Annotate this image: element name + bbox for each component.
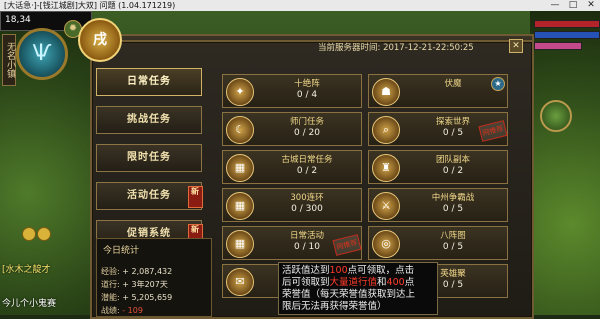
- task-card[interactable]: ▦ 日常活动 0 / 10 网推荐: [222, 226, 362, 260]
- task-name: 十绝阵: [294, 79, 320, 89]
- status-bars: [534, 20, 600, 53]
- task-card[interactable]: ♜ 团队副本 0 / 2: [368, 150, 508, 184]
- stat-value: + 3年207天: [122, 280, 168, 289]
- tooltip-line-3: 荣誉值（每天荣誉值获取到达上: [282, 289, 416, 300]
- calendar-icon: ▦: [226, 230, 254, 258]
- task-progress: 0 / 2: [296, 166, 318, 176]
- battle-icon: ⚔: [372, 192, 400, 220]
- task-card[interactable]: ✦ 十绝阵 0 / 4: [222, 74, 362, 108]
- stat-value: + 2,087,432: [122, 267, 173, 276]
- health-bar: [534, 20, 600, 28]
- nav-label: 日常任务: [127, 76, 171, 87]
- task-progress: 0 / 300: [291, 204, 323, 214]
- task-progress: 0 / 20: [294, 128, 320, 138]
- task-progress: 0 / 5: [442, 242, 464, 252]
- nav-label: 活动任务: [127, 190, 171, 201]
- scroll-icon: ✉: [226, 268, 254, 296]
- task-card[interactable]: ⚔ 中州争霸战 0 / 5: [368, 188, 508, 222]
- info-icon[interactable]: ★: [491, 77, 505, 91]
- stat-label: 道行:: [101, 280, 120, 289]
- nav-event-tasks[interactable]: 活动任务 新: [96, 182, 203, 210]
- task-card[interactable]: ⌕ 探索世界 0 / 5 网推荐: [368, 112, 508, 146]
- tooltip-line-4: 限后无法再获得荣誉值）: [282, 301, 387, 312]
- nav-label: 挑战任务: [127, 114, 171, 125]
- map-emblem-icon[interactable]: Ѱ: [16, 28, 68, 80]
- task-name: 师门任务: [289, 117, 324, 127]
- task-name: 古城日常任务: [281, 155, 333, 165]
- task-card[interactable]: ◎ 八阵图 0 / 5: [368, 226, 508, 260]
- pet-bar: [534, 42, 583, 50]
- task-name: 八阵图: [440, 231, 466, 241]
- task-progress: 0 / 2: [442, 166, 464, 176]
- coins-icon[interactable]: [22, 226, 62, 246]
- task-name: 伏魔: [444, 79, 462, 89]
- server-time-label: 当前服务器时间:: [318, 43, 381, 53]
- task-progress: 0 / 5: [442, 204, 464, 214]
- stat-row-potential: 潜能: + 5,205,659: [101, 292, 172, 303]
- nav-limited-tasks[interactable]: 限时任务: [96, 144, 202, 172]
- server-time: 当前服务器时间: 2017-12-21-22:50:25: [318, 41, 474, 53]
- stat-value: - 109: [122, 306, 143, 315]
- nav-daily-tasks[interactable]: 日常任务: [96, 68, 202, 96]
- task-card[interactable]: ▦ 古城日常任务 0 / 2: [222, 150, 362, 184]
- activity-tooltip: 活跃值达到100点可领取，点击 后可领取到大量道行值和400点 荣誉值（每天荣誉…: [278, 262, 438, 315]
- stat-label: 经验:: [101, 267, 120, 276]
- window-titlebar: [大话急·]-[钱江城剧]大双] 问题 (1.04.171219) — □ ✕: [0, 0, 600, 11]
- scythe-icon: ☾: [226, 116, 254, 144]
- stat-row-exp: 经验: + 2,087,432: [101, 266, 172, 277]
- stat-label: 战绩:: [101, 306, 120, 315]
- nav-challenge-tasks[interactable]: 挑战任务: [96, 106, 202, 134]
- mana-bar: [534, 31, 600, 39]
- right-action-button[interactable]: [540, 100, 572, 132]
- player-name-2[interactable]: 今儿个小鬼赛: [2, 296, 56, 309]
- magnifier-icon: ⌕: [372, 116, 400, 144]
- stat-label: 潜能:: [101, 293, 120, 302]
- task-category-nav: 日常任务 挑战任务 限时任务 活动任务 新 促销系统 新: [96, 68, 206, 258]
- new-badge: 新: [188, 186, 203, 208]
- close-icon[interactable]: ✕: [509, 39, 523, 53]
- formation-icon: ◎: [372, 230, 400, 258]
- minimize-button[interactable]: —: [548, 0, 562, 11]
- location-label: 无名小镇: [2, 34, 16, 86]
- task-card[interactable]: ▦ 300连环 0 / 300: [222, 188, 362, 222]
- today-stats: 今日统计 经验: + 2,087,432 道行: + 3年207天 潜能: + …: [96, 238, 212, 317]
- task-card[interactable]: ☗ 伏魔 ★: [368, 74, 508, 108]
- tooltip-line-2: 后可领取到大量道行值和400点: [282, 277, 415, 288]
- team-icon: ♜: [372, 154, 400, 182]
- maximize-button[interactable]: □: [566, 0, 580, 11]
- task-progress: 0 / 4: [296, 90, 318, 100]
- tooltip-line-1: 活跃值达到100点可领取，点击: [282, 265, 415, 276]
- stat-value: + 5,205,659: [122, 293, 173, 302]
- scenery-right: [530, 11, 600, 315]
- calendar-icon: ▦: [226, 154, 254, 182]
- window-title: [大话急·]-[钱江城剧]大双] 问题 (1.04.171219): [4, 1, 176, 10]
- panel-badge-icon: 戌: [78, 18, 122, 62]
- demon-icon: ☗: [372, 78, 400, 106]
- task-name: 团队副本: [435, 155, 470, 165]
- stat-row-daoheng: 道行: + 3年207天: [101, 279, 168, 290]
- task-name: 300连环: [290, 193, 324, 203]
- task-card[interactable]: ☾ 师门任务 0 / 20: [222, 112, 362, 146]
- calendar-icon: ▦: [226, 192, 254, 220]
- window-close-button[interactable]: ✕: [584, 0, 598, 11]
- server-time-value: 2017-12-21-22:50:25: [383, 43, 474, 53]
- nav-label: 限时任务: [127, 152, 171, 163]
- stat-row-record: 战绩: - 109: [101, 305, 143, 316]
- player-name[interactable]: [水木之靛才: [2, 262, 51, 275]
- seal-icon: ✦: [226, 78, 254, 106]
- task-name: 中州争霸战: [431, 193, 475, 203]
- stats-title: 今日统计: [103, 246, 140, 256]
- hp-value: 18,34: [5, 15, 31, 25]
